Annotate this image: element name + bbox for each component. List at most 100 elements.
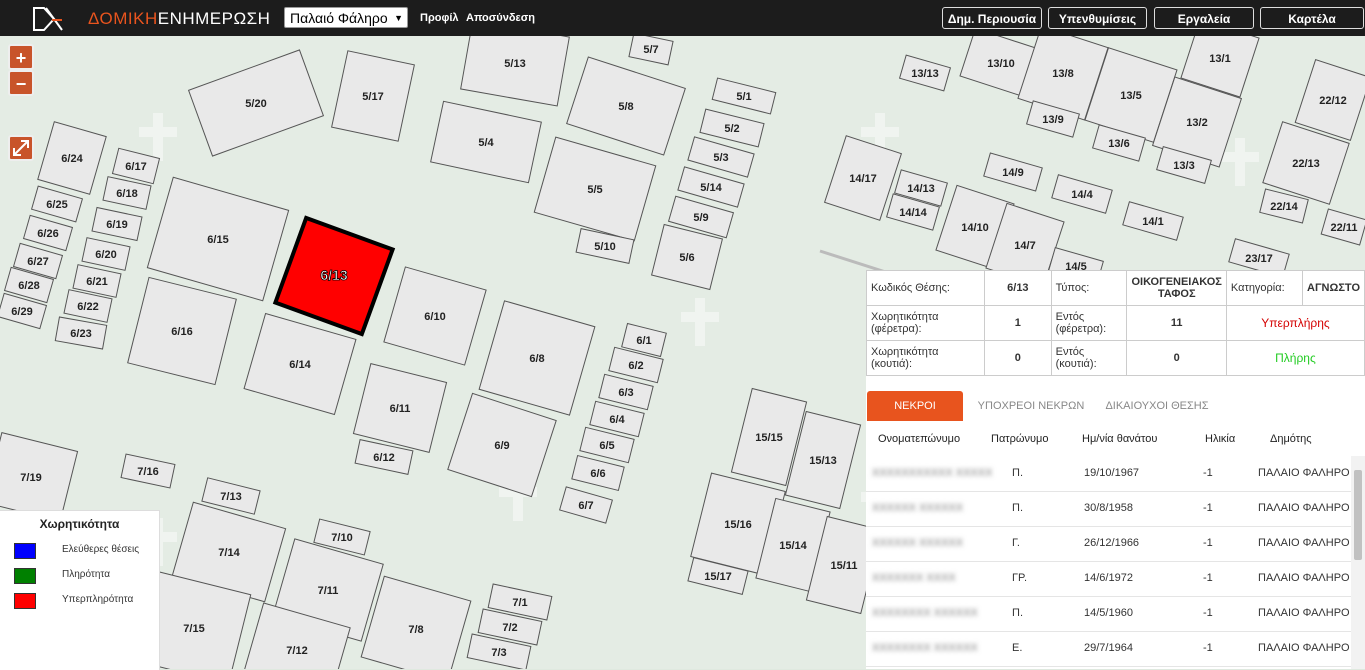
plot-shape[interactable] [360, 575, 472, 669]
plot[interactable]: 5/6 [650, 223, 724, 291]
plot[interactable]: 6/10 [383, 266, 487, 366]
zoom-in-button[interactable]: + [8, 44, 34, 70]
plot[interactable]: 6/19 [91, 206, 143, 242]
capacity-box-value: 0 [984, 340, 1052, 376]
inside-box-value: 0 [1126, 340, 1227, 376]
plot[interactable]: 6/7 [559, 486, 613, 524]
plot[interactable]: 5/4 [430, 100, 542, 184]
chevron-down-icon: ▼ [394, 13, 403, 23]
reminders-button[interactable]: Υπενθυμίσεις [1048, 7, 1147, 29]
plot[interactable]: 5/20 [187, 49, 325, 157]
cell-father: Π. [1012, 467, 1023, 479]
plot-label: 5/4 [478, 137, 494, 149]
plot-label: 14/17 [849, 173, 877, 185]
plot[interactable]: 5/5 [533, 136, 657, 242]
plot[interactable]: 5/17 [331, 50, 415, 142]
plot[interactable]: 7/16 [120, 453, 176, 489]
cemetery-select[interactable]: Παλαιό Φάληρο ▼ [284, 7, 408, 28]
tab-obligors[interactable]: ΥΠΟΧΡΕΟΙ ΝΕΚΡΩΝ [970, 391, 1092, 421]
capacity-box-label: Χωρητικότητα (κουτιά): [865, 340, 986, 376]
plot[interactable]: 6/16 [127, 276, 237, 386]
cell-age: -1 [1203, 537, 1213, 549]
plot-label: 6/12 [373, 452, 394, 464]
cell-fullname: ΧΧΧΧΧΧΧΧ ΧΧΧΧΧΧ [872, 607, 978, 619]
plot[interactable]: 5/13 [460, 36, 570, 107]
table-row[interactable]: ΧΧΧΧΧΧΧΧ ΧΧΧΧΧΧ Π. 14/5/1960 -1 ΠΑΛΑΙΟ ΦΑΛΗΡ… [866, 596, 1351, 632]
plot[interactable]: 5/7 [628, 36, 674, 66]
plot[interactable]: 6/14 [243, 312, 357, 416]
plot-shape[interactable] [460, 36, 570, 107]
deceased-grid: ΧΧΧΧΧΧΧΧΧΧΧ ΧΧΧΧΧ Π. 19/10/1967 -1 ΠΑΛΑΙΟ ΦΑ… [866, 456, 1351, 669]
plot[interactable]: 7/8 [360, 575, 472, 669]
plot-label: 6/14 [289, 359, 311, 371]
plot-label: 6/13 [320, 267, 347, 283]
plot[interactable]: 14/9 [983, 152, 1043, 192]
tools-button[interactable]: Εργαλεία [1154, 7, 1254, 29]
cell-citizen: ΠΑΛΑΙΟ ΦΑΛΗΡΟ [1258, 607, 1350, 619]
plot[interactable]: 22/11 [1320, 208, 1365, 246]
plot[interactable]: 6/25 [30, 185, 84, 223]
plot-label: 13/6 [1108, 138, 1129, 150]
plot-selected[interactable]: 6/13 [272, 215, 396, 337]
plot-label: 22/13 [1292, 158, 1320, 170]
plot[interactable]: 6/20 [81, 237, 131, 271]
legend-swatch [14, 568, 36, 584]
plot-label: 7/14 [218, 547, 240, 559]
plot[interactable]: 13/13 [898, 54, 952, 92]
plot-label: 22/11 [1331, 222, 1358, 234]
plot-label: 5/3 [713, 152, 728, 164]
table-row[interactable]: ΧΧΧΧΧΧΧΧΧΧΧ ΧΧΧΧΧ Π. 19/10/1967 -1 ΠΑΛΑΙΟ ΦΑ… [866, 456, 1351, 492]
cell-fullname: ΧΧΧΧΧΧΧΧ ΧΧΧΧΧΧ [872, 642, 978, 654]
tab-deceased[interactable]: ΝΕΚΡΟΙ [867, 391, 963, 421]
table-row[interactable]: ΧΧΧΧΧΧΧΧ ΧΧΧΧΧΧ Ε. 29/7/1964 -1 ΠΑΛΑΙΟ ΦΑΛΗΡ… [866, 631, 1351, 667]
plot[interactable]: 14/1 [1122, 201, 1184, 241]
plot[interactable]: 6/26 [22, 214, 74, 252]
plot-label: 6/21 [86, 276, 107, 288]
plot[interactable]: 5/1 [711, 77, 777, 115]
plot[interactable]: 5/8 [566, 56, 686, 156]
col-citizen[interactable]: Δημότης [1270, 433, 1312, 445]
table-row[interactable]: ΧΧΧΧΧΧΧ ΧΧΧΧ ΓΡ. 14/6/1972 -1 ΠΑΛΑΙΟ ΦΑΛΗΡΟ [866, 561, 1351, 597]
col-age[interactable]: Ηλικία [1205, 433, 1235, 445]
legend-swatch [14, 543, 36, 559]
plot-label: 5/10 [594, 241, 615, 253]
plot-label: 7/16 [137, 466, 158, 478]
plot[interactable]: 6/8 [478, 300, 596, 416]
plot[interactable]: 7/19 [0, 432, 79, 522]
plot-label: 6/26 [37, 228, 58, 240]
card-button[interactable]: Καρτέλα [1260, 7, 1364, 29]
plot[interactable]: 6/24 [37, 121, 107, 195]
cell-citizen: ΠΑΛΑΙΟ ΦΑΛΗΡΟ [1258, 537, 1350, 549]
cell-age: -1 [1203, 467, 1213, 479]
plot[interactable]: 6/17 [111, 147, 161, 185]
table-row[interactable]: ΧΧΧΧΧΧ ΧΧΧΧΧΧ Γ. 26/12/1966 -1 ΠΑΛΑΙΟ ΦΑΛΗΡΟ [866, 526, 1351, 562]
cell-father: ΓΡ. [1012, 572, 1028, 584]
expand-icon [13, 140, 29, 156]
plot[interactable]: 6/23 [54, 316, 108, 350]
plot[interactable]: 14/4 [1051, 174, 1113, 214]
plot[interactable]: 22/12 [1294, 59, 1365, 141]
plot-label: 22/14 [1270, 201, 1298, 213]
col-father[interactable]: Πατρώνυμο [991, 433, 1048, 445]
plot-label: 15/17 [704, 571, 732, 583]
plot-label: 5/8 [618, 101, 633, 113]
profile-link[interactable]: Προφίλ [420, 12, 459, 24]
fullscreen-button[interactable] [8, 135, 34, 161]
cross-watermark-icon [681, 298, 719, 346]
col-fullname[interactable]: Ονοματεπώνυμο [878, 433, 960, 445]
plot-label: 14/14 [899, 207, 927, 219]
zoom-out-button[interactable]: − [8, 70, 34, 96]
plot-label: 15/13 [809, 455, 837, 467]
grid-scrollbar[interactable] [1351, 456, 1365, 669]
tab-beneficiaries[interactable]: ΔΙΚΑΙΟΥΧΟΙ ΘΕΣΗΣ [1098, 391, 1216, 421]
plot[interactable]: 6/6 [571, 454, 625, 492]
plot[interactable]: 6/9 [447, 392, 557, 498]
municipal-property-button[interactable]: Δημ. Περιουσία [942, 7, 1042, 29]
plot-label: 7/2 [502, 622, 517, 634]
logout-link[interactable]: Αποσύνδεση [466, 12, 535, 24]
plot-info-panel: Κωδικός Θέσης: 6/13 Τύπος: ΟΙΚΟΓΕΝΕΙΑΚΟΣ… [865, 270, 1365, 669]
plot[interactable]: 6/11 [352, 363, 448, 453]
table-row[interactable]: ΧΧΧΧΧΧ ΧΧΧΧΧΧ Π. 30/8/1958 -1 ΠΑΛΑΙΟ ΦΑΛΗΡΟ [866, 491, 1351, 527]
scroll-thumb[interactable] [1354, 470, 1362, 560]
col-death-date[interactable]: Ημ/νία θανάτου [1082, 433, 1157, 445]
